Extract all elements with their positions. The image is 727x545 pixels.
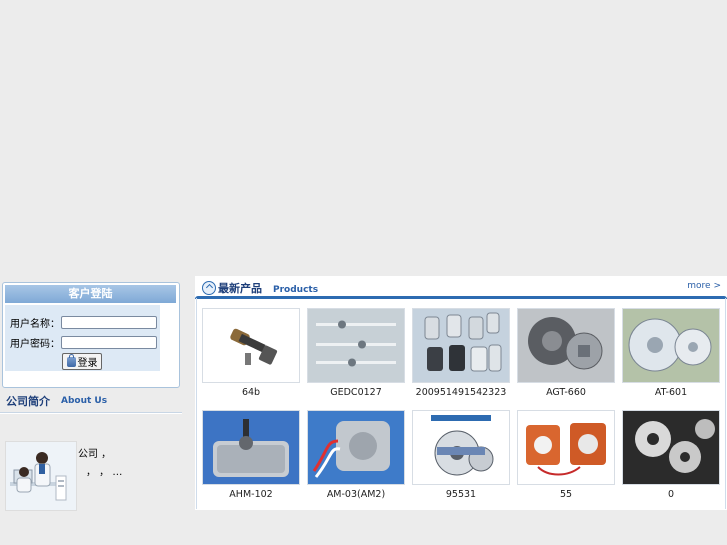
- product-name: AHM-102: [229, 489, 273, 500]
- username-input[interactable]: [61, 315, 157, 329]
- login-title: 客户登陆: [5, 285, 176, 303]
- product-image: [622, 308, 720, 383]
- password-row: 用户密码：: [5, 334, 157, 350]
- login-button-label: 登录: [77, 358, 98, 369]
- product-name: 0: [667, 489, 675, 500]
- product-image: [202, 410, 300, 485]
- left-column: 客户登陆 用户名称： 用户密码： 登录 公司简介 About Us 公司 ， ，…: [0, 276, 185, 545]
- synchronous-motor-icon: [203, 411, 299, 484]
- products-title-en: Products: [273, 285, 319, 295]
- about-header: 公司简介 About Us: [0, 390, 182, 413]
- timer-mechanism-icon: [623, 309, 719, 382]
- gear-shaft-icon: [203, 309, 299, 382]
- login-panel: 客户登陆 用户名称： 用户密码： 登录: [2, 282, 180, 388]
- product-image: [412, 308, 510, 383]
- about-text-line2: ， ， …: [86, 467, 123, 478]
- about-image: [5, 441, 77, 511]
- product-card[interactable]: AHM-102: [202, 410, 301, 500]
- product-card[interactable]: 64b: [202, 308, 301, 398]
- product-image: [517, 410, 615, 485]
- login-form: 用户名称： 用户密码： 登录: [5, 305, 160, 371]
- products-title-cn: 最新产品: [218, 282, 262, 295]
- about-title-en: About Us: [61, 396, 108, 406]
- about-text: 公司 ， ， ， …: [78, 446, 178, 482]
- product-name: 55: [559, 489, 573, 500]
- product-name: 64b: [241, 387, 261, 398]
- product-card[interactable]: AGT-660: [517, 308, 616, 398]
- arrow-circle-icon: [202, 281, 216, 295]
- username-label: 用户名称：: [10, 318, 60, 330]
- wired-motor-icon: [308, 411, 404, 484]
- product-name: AT-601: [654, 387, 688, 398]
- shafts-icon: [308, 309, 404, 382]
- username-row: 用户名称：: [5, 314, 157, 330]
- product-name: GEDC0127: [330, 387, 382, 398]
- product-image: [622, 410, 720, 485]
- password-label: 用户密码：: [10, 338, 60, 350]
- gear-illustration-icon: [413, 411, 509, 484]
- office-people-icon: [6, 442, 76, 510]
- product-image: [412, 410, 510, 485]
- about-text-line1: 公司 ，: [78, 449, 112, 460]
- product-card[interactable]: 200951491542323: [412, 308, 511, 398]
- product-image: [202, 308, 300, 383]
- product-card[interactable]: 55: [517, 410, 616, 500]
- orange-housing-icon: [518, 411, 614, 484]
- product-name: 95531: [445, 489, 477, 500]
- product-image: [307, 308, 405, 383]
- dc-motors-icon: [413, 309, 509, 382]
- product-card[interactable]: AM-03(AM2): [307, 410, 406, 500]
- product-image: [307, 410, 405, 485]
- product-card[interactable]: GEDC0127: [307, 308, 406, 398]
- products-panel: 最新产品 Products more > 64b GEDC0127 200951…: [195, 276, 727, 510]
- product-name: AM-03(AM2): [326, 489, 386, 500]
- gearbox-motor-icon: [518, 309, 614, 382]
- lock-icon: [66, 353, 76, 367]
- login-button[interactable]: 登录: [62, 353, 102, 370]
- product-name: 200951491542323: [415, 387, 507, 398]
- password-input[interactable]: [61, 335, 157, 349]
- about-title-cn: 公司简介: [6, 395, 50, 408]
- more-link[interactable]: more >: [687, 281, 721, 291]
- about-divider: [0, 413, 182, 414]
- product-card[interactable]: 95531: [412, 410, 511, 500]
- product-card[interactable]: AT-601: [622, 308, 721, 398]
- product-name: AGT-660: [546, 387, 586, 398]
- product-card[interactable]: 0: [622, 410, 721, 500]
- metal-gears-icon: [623, 411, 719, 484]
- product-image: [517, 308, 615, 383]
